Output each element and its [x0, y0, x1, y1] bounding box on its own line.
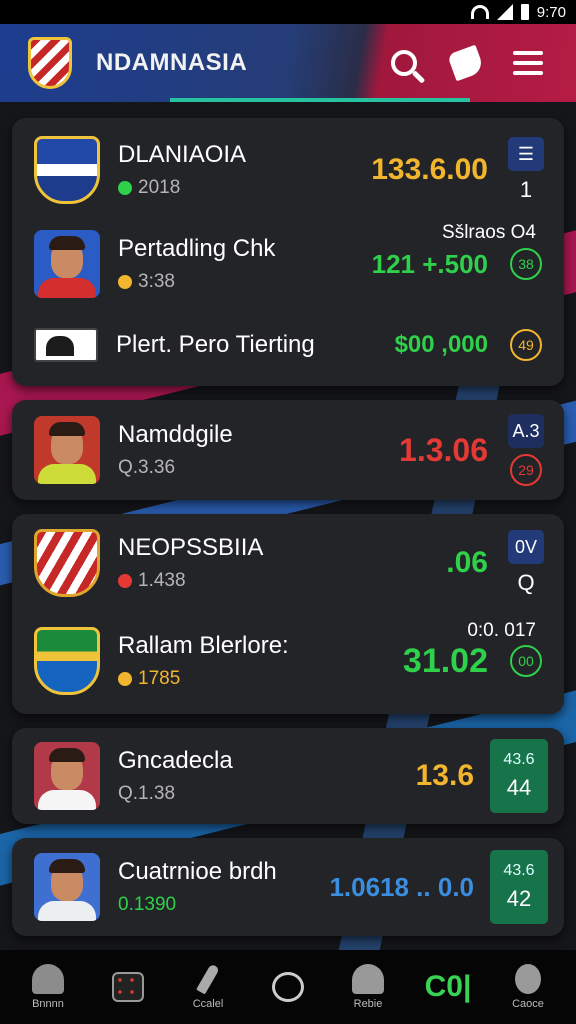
list-item[interactable]: Cuatrnioe brdh 0.1390 1.0618 .. 0.0 43.6…	[12, 838, 564, 936]
score-box-bottom: 44	[506, 775, 532, 800]
menu-button[interactable]	[502, 37, 554, 89]
menu-icon	[513, 51, 543, 75]
person-icon	[32, 964, 64, 994]
nav-label: Bnnnn	[32, 998, 64, 1010]
item-chip: A.3	[508, 414, 544, 448]
list-item[interactable]: Sšlraos O4 Pertadling Chk 3:38 121 +.500…	[12, 214, 564, 314]
card: Gncadecla Q.1.38 13.6 43.6 44	[12, 728, 564, 824]
nav-label: Caoce	[512, 998, 544, 1010]
score-box[interactable]: 43.6 42	[490, 850, 548, 924]
item-value: 31.02	[402, 641, 488, 680]
item-name: Cuatrnioe brdh	[118, 858, 277, 885]
item-badge: 1	[519, 177, 533, 202]
item-sub: 0.1390	[118, 894, 177, 915]
item-name: Pertadling Chk	[118, 235, 276, 262]
list-item[interactable]: NEOPSSBIIA 1.438 .06 0V Q	[12, 514, 564, 612]
item-sub: 1.438	[138, 570, 186, 591]
card: Cuatrnioe brdh 0.1390 1.0618 .. 0.0 43.6…	[12, 838, 564, 936]
app-title: NDAMNASIA	[96, 49, 248, 76]
list-item[interactable]: Namddgile Q.3.36 1.3.06 A.3 29	[12, 400, 564, 500]
card: DLANIAOIA 2018 133.6.00 ☰ 1 Sšlraos O4 P…	[12, 118, 564, 386]
item-value: .06	[446, 546, 488, 579]
rating-ring: 49	[510, 329, 542, 361]
item-value: 13.6	[415, 759, 474, 792]
signal-icon	[496, 4, 513, 20]
nav-label: Rebie	[353, 998, 383, 1010]
team-crest-icon	[34, 627, 100, 695]
item-value: 121 +.500	[371, 248, 488, 279]
item-name: Gncadecla	[118, 747, 233, 774]
nav-item-chat[interactable]: Caoce	[493, 964, 563, 1010]
rating-ring: 38	[510, 248, 542, 280]
item-badge: Q	[517, 570, 535, 595]
nav-label: Ccalel	[192, 998, 224, 1010]
status-dot	[118, 275, 132, 289]
search-button[interactable]	[378, 37, 430, 89]
item-name: DLANIAOIA	[118, 141, 247, 168]
battery-icon	[520, 4, 529, 20]
brand-logo	[34, 328, 98, 362]
rocket-icon	[196, 963, 220, 995]
player-avatar	[34, 742, 100, 810]
status-dot	[118, 672, 132, 686]
nav-item-alerts[interactable]: Rebie	[333, 964, 403, 1010]
nav-item-rocket[interactable]: Ccalel	[173, 963, 243, 1010]
item-value: 1.0618 .. 0.0	[329, 871, 474, 902]
nav-item-clock[interactable]	[253, 972, 323, 1002]
clock-icon	[272, 972, 304, 1002]
player-avatar	[34, 416, 100, 484]
status-time: 9:70	[536, 3, 566, 21]
list-item[interactable]: DLANIAOIA 2018 133.6.00 ☰ 1	[12, 132, 564, 208]
search-icon	[391, 50, 417, 76]
item-sub: Q.3.36	[118, 457, 176, 478]
item-name: Rallam Blerlore:	[118, 632, 289, 659]
bell-icon	[352, 964, 384, 994]
app-logo	[28, 37, 72, 89]
list-item[interactable]: 0:0. 017 Rallam Blerlore: 1785 31.02 00	[12, 612, 564, 710]
item-sub: 2018	[138, 177, 181, 198]
team-crest-icon	[34, 136, 100, 204]
card: NEOPSSBIIA 1.438 .06 0V Q 0:0. 017 Ralla…	[12, 514, 564, 714]
item-name: Namddgile	[118, 421, 233, 448]
card: Namddgile Q.3.36 1.3.06 A.3 29	[12, 400, 564, 500]
player-avatar	[34, 230, 100, 298]
tag-button[interactable]	[440, 37, 492, 89]
nav-score-text: C0|	[424, 970, 472, 1003]
wifi-icon	[470, 5, 489, 19]
item-meta: Sšlraos O4	[442, 222, 536, 243]
card-list: DLANIAOIA 2018 133.6.00 ☰ 1 Sšlraos O4 P…	[12, 118, 564, 950]
tag-icon	[447, 44, 485, 82]
score-box-top: 43.6	[503, 862, 535, 879]
list-item[interactable]: Plert. Pero Tierting $00 ,000 49	[12, 314, 564, 376]
list-icon[interactable]: ☰	[508, 137, 544, 171]
item-sub: 3:38	[138, 271, 175, 292]
team-crest-icon	[34, 529, 100, 597]
status-dot	[118, 574, 132, 588]
item-sub: Q.1.38	[118, 783, 176, 804]
nav-item-score[interactable]: C0|	[413, 972, 483, 1002]
status-bar: 9:70	[0, 0, 576, 24]
nav-item-profile[interactable]: Bnnnn	[13, 964, 83, 1010]
app-header: NDAMNASIA	[0, 24, 576, 102]
rating-ring: 00	[510, 645, 542, 677]
bottom-nav: Bnnnn Ccalel Rebie C0| Caoce	[0, 950, 576, 1024]
score-box-top: 43.6	[503, 751, 535, 768]
rating-ring: 29	[510, 454, 542, 486]
score-box-bottom: 42	[506, 886, 532, 911]
list-item[interactable]: Gncadecla Q.1.38 13.6 43.6 44	[12, 728, 564, 824]
status-dot	[118, 181, 132, 195]
grid-icon	[112, 972, 144, 1002]
item-chip: 0V	[508, 530, 544, 564]
player-avatar	[34, 853, 100, 921]
item-value: 1.3.06	[399, 431, 488, 468]
item-meta: 0:0. 017	[467, 620, 536, 641]
item-name: NEOPSSBIIA	[118, 534, 264, 561]
chat-icon	[515, 964, 541, 994]
item-sub: 1785	[138, 668, 181, 689]
item-name: Plert. Pero Tierting	[116, 331, 315, 358]
score-box[interactable]: 43.6 44	[490, 739, 548, 813]
item-value: $00 ,000	[394, 331, 488, 358]
nav-item-grid[interactable]	[93, 972, 163, 1002]
item-value: 133.6.00	[371, 153, 488, 186]
